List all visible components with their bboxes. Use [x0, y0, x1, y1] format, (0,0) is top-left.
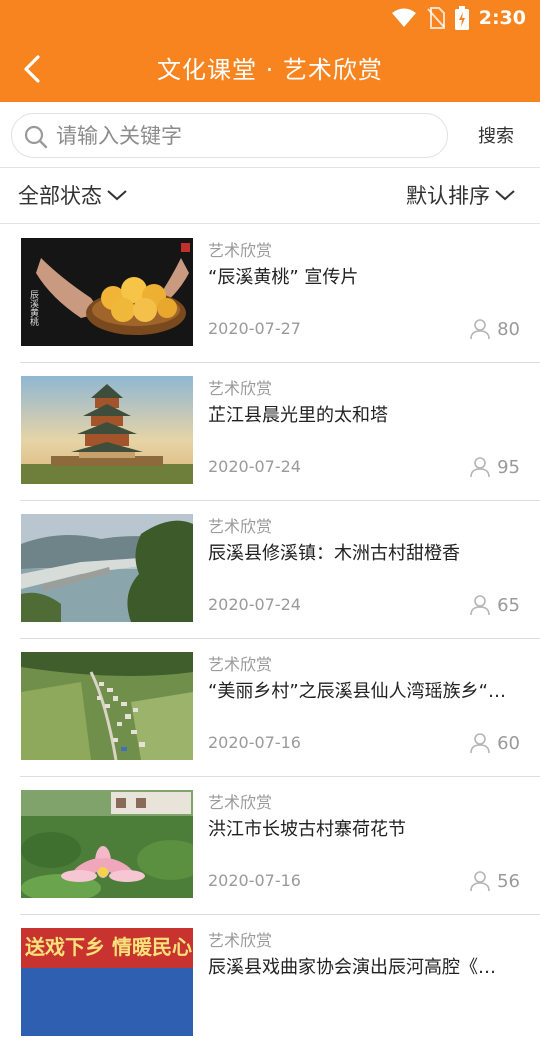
- wifi-icon: [391, 8, 416, 27]
- thumbnail-opera-banner: 送戏下乡 情暖民心: [21, 928, 193, 1036]
- filter-row: 全部状态 默认排序: [0, 168, 540, 224]
- item-title: 辰溪县修溪镇：木洲古村甜橙香: [208, 543, 460, 564]
- no-sim-icon: [426, 7, 445, 29]
- search-box[interactable]: [11, 113, 448, 158]
- item-title: “美丽乡村”之辰溪县仙人湾瑶族乡“…: [208, 681, 506, 702]
- list-item[interactable]: 艺术欣赏 芷江县晨光里的太和塔 2020-07-24 95: [0, 363, 540, 501]
- user-icon: [470, 319, 490, 340]
- view-count: 95: [497, 456, 520, 478]
- search-row: 搜索: [0, 102, 540, 168]
- app-header: 2:30 文化课堂 · 艺术欣赏: [0, 0, 540, 102]
- status-bar: 2:30: [0, 0, 540, 36]
- item-title: “辰溪黄桃” 宣传片: [208, 267, 359, 288]
- user-icon: [470, 733, 490, 754]
- search-icon: [24, 125, 48, 149]
- thumbnail-pagoda: [21, 376, 193, 484]
- thumbnail-dam-river: [21, 514, 193, 622]
- list-item[interactable]: 辰溪黄桃 艺术欣赏 “辰溪黄桃” 宣传片 2020-07-27 80: [0, 225, 540, 363]
- sort-label: 默认排序: [406, 184, 490, 208]
- item-date: 2020-07-24: [208, 595, 301, 614]
- list-item[interactable]: 艺术欣赏 洪江市长坡古村寨荷花节 2020-07-16 56: [0, 777, 540, 915]
- title-bar: 文化课堂 · 艺术欣赏: [0, 36, 540, 102]
- item-title: 洪江市长坡古村寨荷花节: [208, 819, 406, 840]
- item-date: 2020-07-27: [208, 319, 301, 338]
- thumbnail-village-aerial: [21, 652, 193, 760]
- item-category: 艺术欣赏: [208, 793, 273, 812]
- thumbnail-caption: 送戏下乡 情暖民心: [25, 935, 192, 959]
- view-count: 56: [497, 870, 520, 892]
- list-item[interactable]: 送戏下乡 情暖民心 艺术欣赏 辰溪县戏曲家协会演出辰河高腔《…: [0, 915, 540, 1053]
- view-count: 65: [497, 594, 520, 616]
- item-date: 2020-07-16: [208, 733, 301, 752]
- item-date: 2020-07-16: [208, 871, 301, 890]
- status-filter-dropdown[interactable]: 全部状态: [18, 180, 128, 210]
- view-count: 60: [497, 732, 520, 754]
- user-icon: [470, 457, 490, 478]
- view-count: 80: [497, 318, 520, 340]
- list-item[interactable]: 艺术欣赏 辰溪县修溪镇：木洲古村甜橙香 2020-07-24 65: [0, 501, 540, 639]
- page-title: 文化课堂 · 艺术欣赏: [157, 56, 383, 84]
- status-time: 2:30: [478, 7, 526, 29]
- item-views: 95: [469, 456, 520, 478]
- item-views: 65: [469, 594, 520, 616]
- item-views: 60: [469, 732, 520, 754]
- item-category: 艺术欣赏: [208, 655, 273, 674]
- search-button[interactable]: 搜索: [478, 122, 514, 148]
- item-views: 80: [469, 318, 520, 340]
- thumbnail-lotus: [21, 790, 193, 898]
- chevron-down-icon: [495, 190, 515, 201]
- status-filter-label: 全部状态: [18, 184, 102, 208]
- item-category: 艺术欣赏: [208, 931, 273, 950]
- user-icon: [470, 871, 490, 892]
- article-list: 辰溪黄桃 艺术欣赏 “辰溪黄桃” 宣传片 2020-07-27 80 艺术欣赏 …: [0, 225, 540, 1053]
- thumbnail-peaches: 辰溪黄桃: [21, 238, 193, 346]
- item-views: 56: [469, 870, 520, 892]
- list-item[interactable]: 艺术欣赏 “美丽乡村”之辰溪县仙人湾瑶族乡“… 2020-07-16 60: [0, 639, 540, 777]
- item-title: 芷江县晨光里的太和塔: [208, 405, 388, 426]
- user-icon: [470, 595, 490, 616]
- item-title: 辰溪县戏曲家协会演出辰河高腔《…: [208, 957, 496, 978]
- item-category: 艺术欣赏: [208, 241, 273, 260]
- search-input[interactable]: [56, 120, 436, 152]
- chevron-down-icon: [107, 190, 127, 201]
- sort-dropdown[interactable]: 默认排序: [406, 180, 516, 210]
- battery-charging-icon: [454, 6, 469, 30]
- item-category: 艺术欣赏: [208, 517, 273, 536]
- thumbnail-caption: 辰溪黄桃: [28, 290, 39, 327]
- item-date: 2020-07-24: [208, 457, 301, 476]
- item-category: 艺术欣赏: [208, 379, 273, 398]
